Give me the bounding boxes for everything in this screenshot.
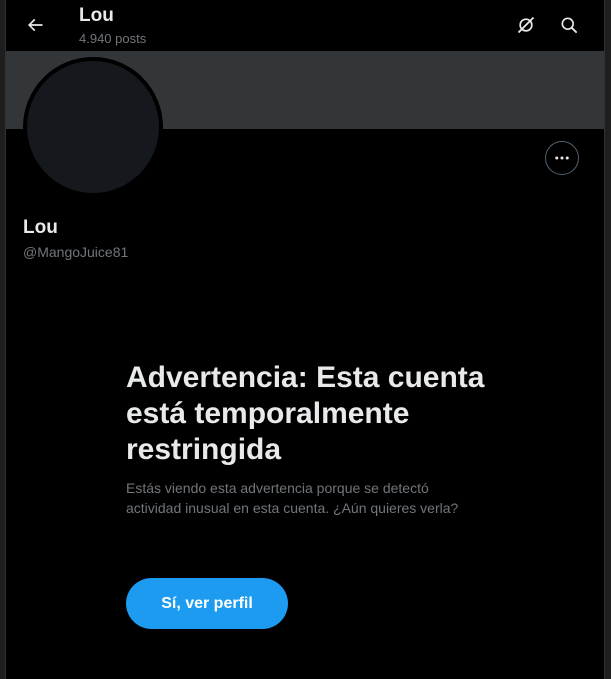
avatar[interactable] <box>23 57 163 197</box>
more-options-button[interactable] <box>545 141 579 175</box>
grok-icon <box>517 16 535 34</box>
header-title-group: Lou 4.940 posts <box>79 5 146 48</box>
grok-button[interactable] <box>509 8 543 42</box>
profile-name: Lou <box>23 217 58 238</box>
search-icon <box>561 17 577 33</box>
search-button[interactable] <box>552 8 586 42</box>
profile-page: Lou 4.940 posts Lou @MangoJuice81 Advert… <box>5 0 605 679</box>
warning-title: Advertencia: Esta cuenta está temporalme… <box>126 361 485 466</box>
page-title: Lou <box>79 5 114 26</box>
back-arrow-icon <box>27 18 43 32</box>
post-count: 4.940 posts <box>79 31 147 46</box>
restriction-warning: Advertencia: Esta cuenta está temporalme… <box>126 360 486 518</box>
back-button[interactable] <box>18 8 52 42</box>
view-profile-button[interactable]: Sí, ver perfil <box>126 578 288 629</box>
warning-body: Estás viendo esta advertencia porque se … <box>126 480 459 516</box>
top-bar: Lou 4.940 posts <box>6 0 604 51</box>
more-icon <box>555 156 569 160</box>
profile-handle: @MangoJuice81 <box>23 244 129 260</box>
